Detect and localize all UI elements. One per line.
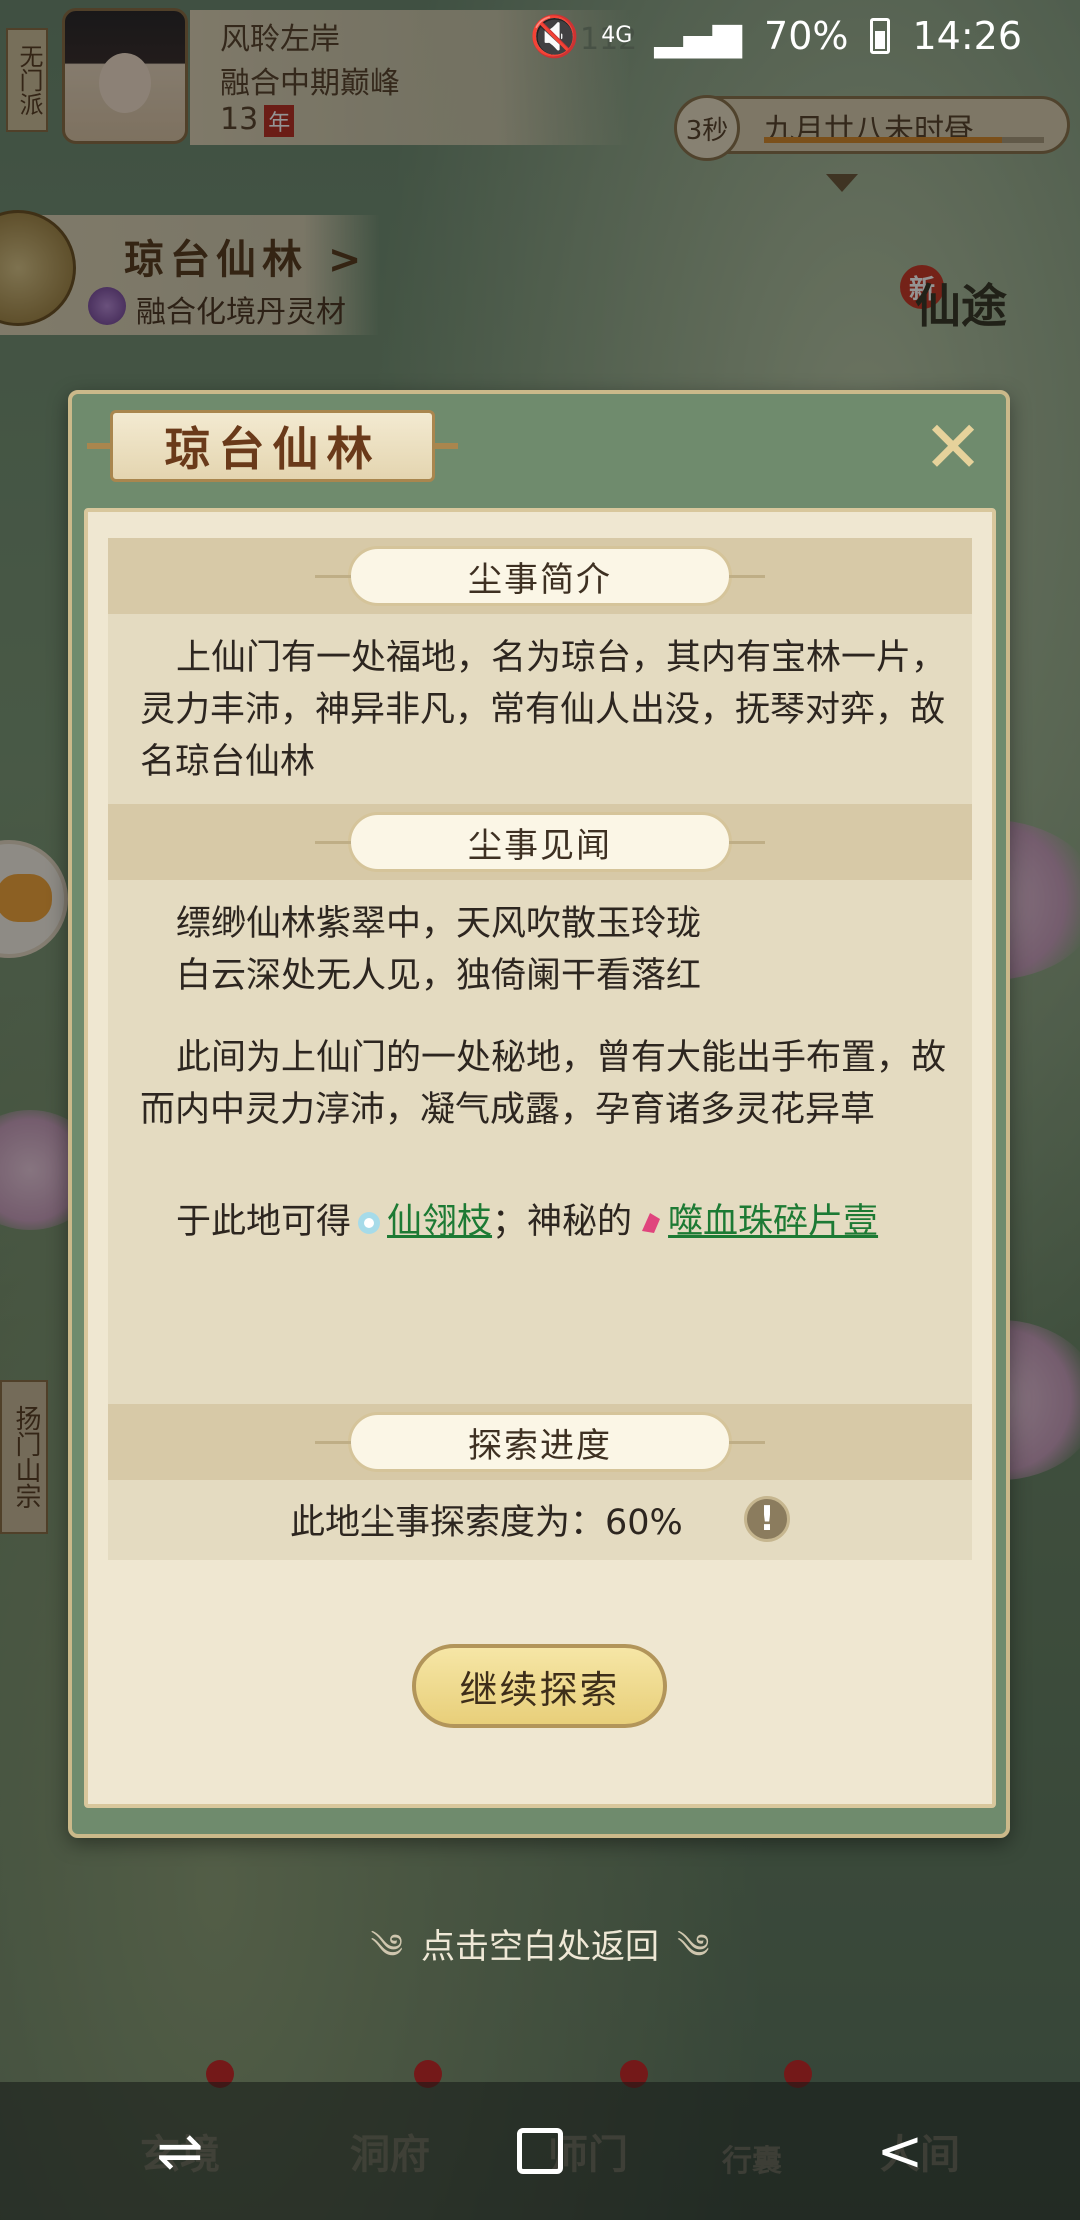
item-link-shixuezhu[interactable]: 噬血珠碎片壹 [668, 1202, 878, 1242]
exploration-progress-text: 此地尘事探索度为：60% [290, 1503, 683, 1543]
section-title: 探索进度 [315, 1412, 765, 1472]
home-button[interactable] [480, 2101, 600, 2201]
intro-text: 上仙门有一处福地，名为琼台，其内有宝林一片，灵力丰沛，神异非凡，常有仙人出没，抚… [140, 638, 947, 782]
loot-prefix: 于此地可得 [176, 1202, 352, 1242]
network-type: 4G [601, 23, 633, 48]
tap-return-text: 点击空白处返回 [421, 1927, 659, 1967]
home-square-icon [517, 2128, 563, 2174]
section-title: 尘事见闻 [315, 812, 765, 872]
app-screen: 无门派 风聆左岸 融合中期巅峰 13 年 112 3秒 九月廿八未时昼 琼台仙林 … [0, 0, 1080, 2220]
tap-blank-to-return[interactable]: ༄ 点击空白处返回 ༄ [0, 1908, 1080, 2004]
back-arrow-icon[interactable]: < [840, 2101, 960, 2201]
poem-line-2: 白云深处无人见，独倚阑干看落红 [176, 956, 702, 996]
mute-icon: 🔇 [529, 13, 580, 60]
android-navigation-bar: ⇌ < [0, 2082, 1080, 2220]
lore-paragraph: 此间为上仙门的一处秘地，曾有大能出手布置，故而内中灵力淳沛，凝气成露，孕育诸多灵… [140, 1038, 947, 1130]
battery-icon [870, 18, 891, 54]
modal-title: 琼台仙林 [164, 422, 381, 476]
loot-line: 于此地可得 仙翎枝；神秘的 噬血珠碎片壹 [140, 1196, 950, 1248]
section-title: 尘事简介 [315, 546, 765, 606]
section-header-intro: 尘事简介 [108, 538, 972, 614]
swirl-ornament-icon: ༄ [370, 1927, 403, 1967]
info-icon[interactable]: ! [744, 1496, 790, 1542]
status-bar: 🔇 4G ▂▄▆ 70% 14:26 [0, 0, 1080, 72]
recent-apps-icon[interactable]: ⇌ [120, 2101, 240, 2201]
clock: 14:26 [912, 14, 1022, 58]
section-header-progress: 探索进度 [108, 1404, 972, 1480]
modal-title-plate: 琼台仙林 [87, 410, 458, 482]
section-header-lore: 尘事见闻 [108, 804, 972, 880]
feather-branch-icon [358, 1212, 381, 1234]
loot-separator: ；神秘的 [492, 1202, 633, 1242]
item-link-xianlingzhi[interactable]: 仙翎枝 [387, 1202, 492, 1242]
battery-percent: 70% [764, 14, 849, 58]
poem-line-1: 缥缈仙林紫翠中，天风吹散玉玲珑 [176, 904, 702, 944]
continue-explore-button[interactable]: 继续探索 [412, 1644, 667, 1728]
close-icon[interactable]: ✕ [918, 411, 988, 483]
swirl-ornament-icon: ༄ [677, 1927, 710, 1967]
blood-pearl-shard-icon [642, 1213, 661, 1233]
signal-icon: ▂▄▆ [654, 14, 743, 58]
